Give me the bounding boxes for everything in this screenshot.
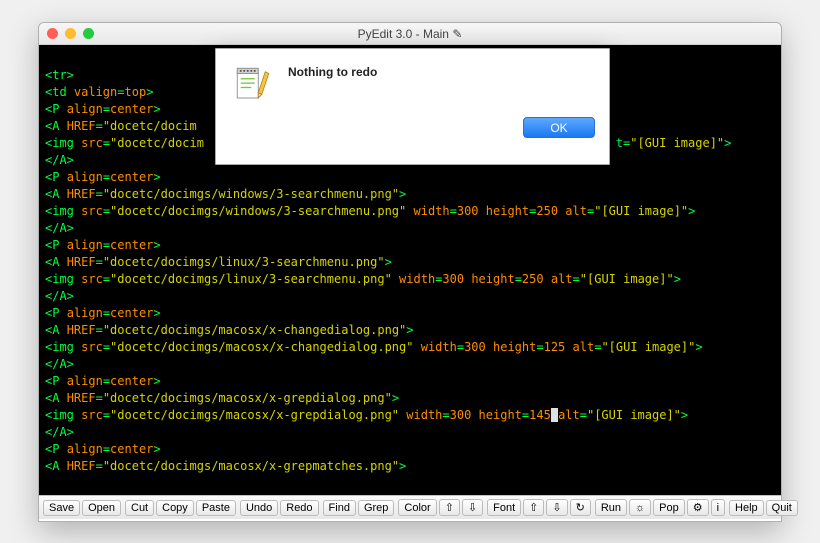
copy-button[interactable]: Copy (156, 500, 194, 516)
color-down-button[interactable]: ⇩ (462, 499, 483, 516)
dialog-message: Nothing to redo (288, 63, 377, 79)
pop-button[interactable]: Pop (653, 499, 685, 516)
window-title: PyEdit 3.0 - Main ✎ (39, 27, 781, 41)
find-button[interactable]: Find (323, 500, 356, 516)
ok-button[interactable]: OK (523, 117, 595, 138)
info-button[interactable]: i (711, 499, 725, 516)
font-button[interactable]: Font (487, 499, 521, 516)
notepad-icon (232, 63, 274, 105)
run-button[interactable]: Run (595, 499, 627, 516)
font-up-button[interactable]: ⇧ (523, 499, 544, 516)
grep-button[interactable]: Grep (358, 500, 394, 516)
color-button[interactable]: Color (398, 499, 436, 516)
help-button[interactable]: Help (729, 500, 764, 516)
cut-button[interactable]: Cut (125, 500, 154, 516)
paste-button[interactable]: Paste (196, 500, 236, 516)
font-cycle-button[interactable]: ↻ (570, 499, 591, 516)
save-button[interactable]: Save (43, 500, 80, 516)
font-down-button[interactable]: ⇩ (546, 499, 567, 516)
gear-button[interactable]: ⚙ (687, 499, 709, 516)
toolbar: Save Open Cut Copy Paste Undo Redo Find … (39, 495, 781, 519)
redo-button[interactable]: Redo (280, 500, 318, 516)
undo-button[interactable]: Undo (240, 500, 278, 516)
quit-button[interactable]: Quit (766, 500, 798, 516)
alert-dialog: Nothing to redo OK (215, 48, 610, 165)
sun-button[interactable]: ☼ (629, 499, 651, 516)
color-up-button[interactable]: ⇧ (439, 499, 460, 516)
open-button[interactable]: Open (82, 500, 121, 516)
titlebar: PyEdit 3.0 - Main ✎ (39, 23, 781, 45)
